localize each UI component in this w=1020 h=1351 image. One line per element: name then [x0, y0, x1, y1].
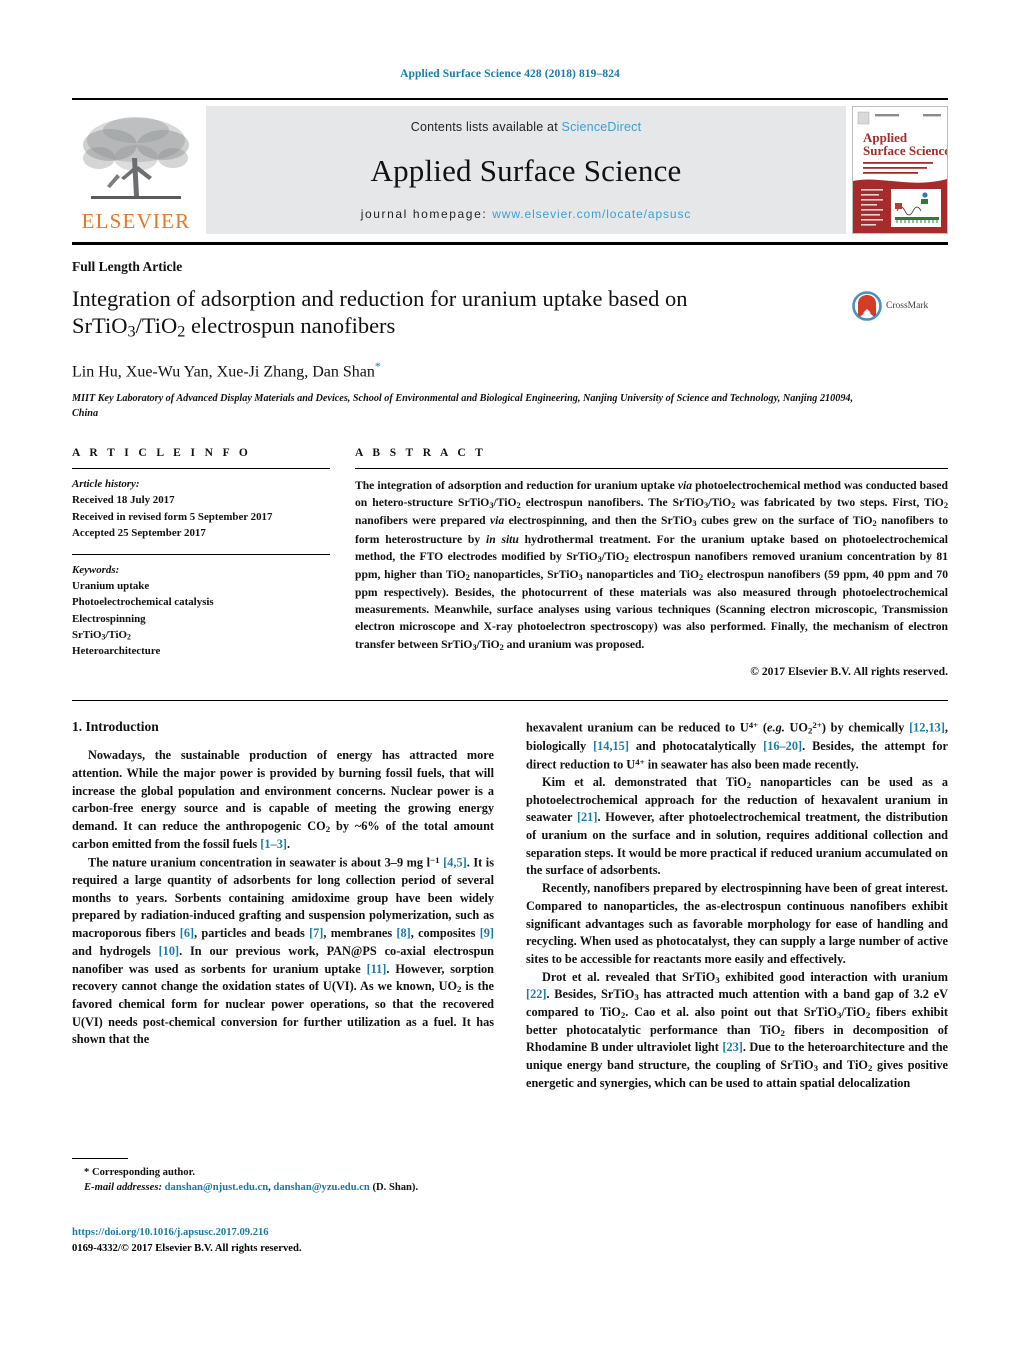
issn-copyright-line: 0169-4332/© 2017 Elsevier B.V. All right… [72, 1242, 302, 1254]
article-history-block: Article history: Received 18 July 2017 R… [72, 476, 330, 541]
sciencedirect-link[interactable]: ScienceDirect [562, 120, 642, 134]
paragraph: hexavalent uranium can be reduced to U4+… [526, 720, 948, 772]
article-info-heading: A R T I C L E I N F O [72, 447, 252, 460]
crossmark-badge[interactable]: CrossMark [852, 285, 948, 321]
email-link-1[interactable]: danshan@njust.edu.cn [165, 1182, 268, 1193]
page-title: Integration of adsorption and reduction … [72, 285, 840, 343]
article-info-column: A R T I C L E I N F O Article history: R… [72, 447, 330, 678]
keyword-item: Photoelectrochemical catalysis [72, 596, 214, 609]
paragraph: Recently, nanofibers prepared by electro… [526, 881, 948, 966]
homepage-url-link[interactable]: www.elsevier.com/locate/apsusc [492, 207, 691, 221]
article-history-label: Article history: [72, 478, 140, 491]
citation-link[interactable]: [10] [159, 944, 180, 958]
elsevier-tree-icon [83, 117, 189, 199]
title-line-2-tail: electrospun nanofibers [185, 313, 396, 339]
article-type-label: Full Length Article [72, 259, 183, 274]
keywords-label: Keywords: [72, 563, 120, 576]
citation-link[interactable]: [7] [309, 926, 323, 940]
author-names: Lin Hu, Xue-Wu Yan, Xue-Ji Zhang, Dan Sh… [72, 363, 375, 381]
title-line-2-tio: /TiO [135, 313, 178, 339]
citation-link[interactable]: [6] [180, 926, 194, 940]
homepage-prefix: journal homepage: [360, 207, 493, 221]
info-abstract-region: A R T I C L E I N F O Article history: R… [72, 447, 948, 678]
keywords-block: Keywords: Uranium uptake Photoelectroche… [72, 562, 330, 660]
svg-text:Surface Science: Surface Science [863, 143, 947, 158]
citation-link[interactable]: [1–3] [260, 837, 287, 851]
footnote-block: * Corresponding author. E-mail addresses… [72, 1158, 492, 1196]
journal-masthead: ELSEVIER Contents lists available at Sci… [72, 98, 948, 245]
journal-cover-art: Applied Surface Science [853, 107, 947, 233]
keyword-item: Heteroarchitecture [72, 645, 161, 658]
corresponding-author-marker: * [374, 358, 381, 373]
journal-homepage-line: journal homepage: www.elsevier.com/locat… [361, 207, 692, 221]
elsevier-logo: ELSEVIER [72, 106, 200, 234]
email-label: E-mail addresses: [84, 1182, 162, 1194]
body-column-right: hexavalent uranium can be reduced to U4+… [526, 719, 948, 1092]
contents-line: Contents lists available at ScienceDirec… [411, 120, 642, 134]
affiliation: MIIT Key Laboratory of Advanced Display … [72, 393, 854, 419]
corresponding-author-note: * Corresponding author. [84, 1167, 195, 1178]
email-suffix: (D. Shan). [369, 1182, 419, 1194]
section-heading-introduction: 1. Introduction [72, 719, 159, 735]
journal-cover-thumbnail: Applied Surface Science [852, 106, 948, 234]
title-row: Integration of adsorption and reduction … [72, 285, 948, 343]
paragraph: Drot et al. revealed that SrTiO3 exhibit… [526, 969, 949, 1090]
citation-link[interactable]: [23] [722, 1040, 743, 1054]
doi-block: https://doi.org/10.1016/j.apsusc.2017.09… [72, 1225, 532, 1257]
crossmark-icon [852, 291, 882, 321]
body-columns: 1. Introduction Nowadays, the sustainabl… [72, 719, 948, 1092]
masthead-top-rule [72, 98, 948, 100]
article-info-rule [72, 468, 330, 470]
history-accepted: Accepted 25 September 2017 [72, 527, 206, 540]
doi-link[interactable]: https://doi.org/10.1016/j.apsusc.2017.09… [72, 1227, 269, 1238]
footnote-rule [72, 1158, 128, 1159]
abstract-column: A B S T R A C T The integration of adsor… [355, 447, 948, 678]
elsevier-wordmark: ELSEVIER [81, 209, 191, 233]
paragraph: Nowadays, the sustainable production of … [72, 748, 494, 851]
citation-link[interactable]: [8] [396, 926, 410, 940]
keyword-item: Electrospinning [72, 612, 146, 625]
title-line-1: Integration of adsorption and reduction … [72, 286, 688, 311]
citation-link[interactable]: [9] [480, 926, 494, 940]
masthead-center-panel: Contents lists available at ScienceDirec… [206, 106, 846, 234]
keyword-item: Uranium uptake [72, 579, 150, 592]
citation-link[interactable]: [14,15] [593, 739, 629, 753]
email-link-2[interactable]: danshan@yzu.edu.cn [273, 1182, 369, 1193]
abstract-heading: A B S T R A C T [355, 447, 487, 460]
citation-link[interactable]: [22] [526, 987, 547, 1001]
citation-link[interactable]: [12,13] [909, 721, 945, 735]
abstract-rule [355, 468, 948, 470]
title-sub-3: 3 [127, 323, 136, 341]
citation-link[interactable]: [4,5] [443, 855, 467, 869]
citation-link[interactable]: [16–20] [763, 739, 802, 753]
abstract-copyright: © 2017 Elsevier B.V. All rights reserved… [750, 665, 948, 679]
citation-link[interactable]: [21] [577, 810, 598, 824]
journal-title: Applied Surface Science [370, 153, 682, 188]
author-list: Lin Hu, Xue-Wu Yan, Xue-Ji Zhang, Dan Sh… [72, 359, 948, 381]
crossmark-label: CrossMark [886, 301, 929, 311]
keywords-rule [72, 553, 330, 555]
history-received: Received 18 July 2017 [72, 494, 175, 507]
keyword-item: SrTiO3/TiO2 [72, 628, 131, 642]
history-revised: Received in revised form 5 September 201… [72, 510, 273, 523]
running-head: Applied Surface Science 428 (2018) 819–8… [400, 68, 620, 80]
body-separator-rule [72, 700, 948, 702]
email-note: E-mail addresses: danshan@njust.edu.cn, … [72, 1180, 492, 1195]
body-column-left: 1. Introduction Nowadays, the sustainabl… [72, 719, 494, 1092]
title-line-2-srtio: SrTiO [72, 313, 128, 339]
abstract-text: The integration of adsorption and reduct… [355, 479, 949, 652]
article-page: Applied Surface Science 428 (2018) 819–8… [0, 0, 1020, 1351]
citation-link[interactable]: [11] [367, 962, 387, 976]
paragraph: The nature uranium concentration in seaw… [72, 854, 495, 1047]
masthead-bottom-rule [72, 242, 948, 245]
contents-prefix: Contents lists available at [410, 120, 562, 134]
paragraph: Kim et al. demonstrated that TiO2 nanopa… [526, 774, 948, 878]
